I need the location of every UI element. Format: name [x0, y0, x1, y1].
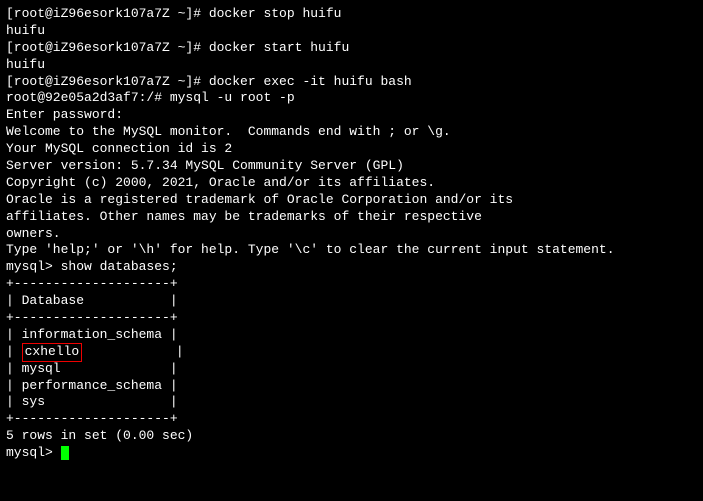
terminal-line: | Database | — [6, 293, 697, 310]
terminal-line: huifu — [6, 23, 697, 40]
terminal-line: Welcome to the MySQL monitor. Commands e… — [6, 124, 697, 141]
terminal-line: | performance_schema | — [6, 378, 697, 395]
terminal-line: Server version: 5.7.34 MySQL Community S… — [6, 158, 697, 175]
terminal-line: mysql> — [6, 445, 697, 462]
terminal-output[interactable]: [root@iZ96esork107a7Z ~]# docker stop hu… — [6, 6, 697, 462]
terminal-line: Copyright (c) 2000, 2021, Oracle and/or … — [6, 175, 697, 192]
terminal-line: Enter password: — [6, 107, 697, 124]
terminal-line: Your MySQL connection id is 2 — [6, 141, 697, 158]
row-suffix: | — [82, 344, 183, 359]
terminal-line: owners. — [6, 226, 697, 243]
terminal-line: +--------------------+ — [6, 276, 697, 293]
terminal-line: affiliates. Other names may be trademark… — [6, 209, 697, 226]
terminal-line: root@92e05a2d3af7:/# mysql -u root -p — [6, 90, 697, 107]
highlighted-database: cxhello — [22, 343, 83, 362]
terminal-line: huifu — [6, 57, 697, 74]
terminal-line: | information_schema | — [6, 327, 697, 344]
terminal-line: | mysql | — [6, 361, 697, 378]
cursor — [61, 446, 69, 460]
terminal-line: [root@iZ96esork107a7Z ~]# docker exec -i… — [6, 74, 697, 91]
terminal-line-highlighted: | cxhello | — [6, 344, 697, 361]
terminal-line: Type 'help;' or '\h' for help. Type '\c'… — [6, 242, 697, 259]
terminal-line: 5 rows in set (0.00 sec) — [6, 428, 697, 445]
terminal-line: [root@iZ96esork107a7Z ~]# docker start h… — [6, 40, 697, 57]
row-prefix: | — [6, 344, 22, 359]
terminal-line: Oracle is a registered trademark of Orac… — [6, 192, 697, 209]
terminal-line: mysql> show databases; — [6, 259, 697, 276]
terminal-line: +--------------------+ — [6, 411, 697, 428]
terminal-line: | sys | — [6, 394, 697, 411]
terminal-line: +--------------------+ — [6, 310, 697, 327]
terminal-line: [root@iZ96esork107a7Z ~]# docker stop hu… — [6, 6, 697, 23]
